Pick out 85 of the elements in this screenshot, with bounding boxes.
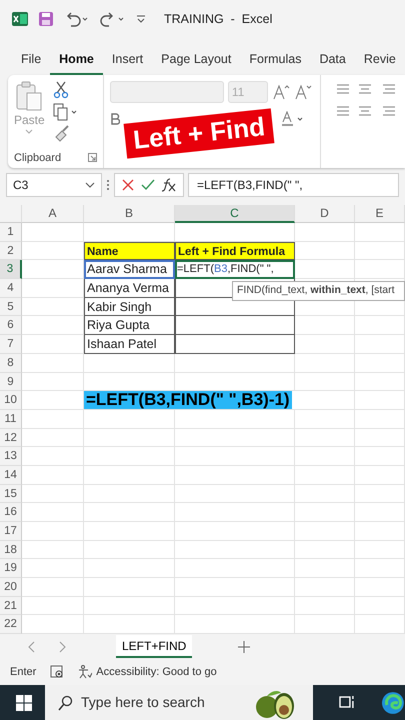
ribbon-tab[interactable]: File bbox=[12, 45, 50, 75]
column-header[interactable]: A bbox=[22, 205, 84, 223]
copy-icon[interactable] bbox=[52, 103, 79, 121]
caret-icon bbox=[25, 129, 34, 135]
table-header-cell: Name bbox=[84, 242, 175, 260]
add-sheet-icon[interactable] bbox=[238, 640, 250, 653]
row-header[interactable]: 17 bbox=[0, 522, 22, 541]
status-mode: Enter bbox=[10, 664, 36, 680]
row-header[interactable]: 21 bbox=[0, 596, 22, 616]
empty-cell[interactable] bbox=[175, 335, 295, 354]
empty-cell[interactable] bbox=[175, 316, 295, 336]
browser-icon[interactable] bbox=[381, 691, 405, 715]
paste-icon[interactable] bbox=[15, 81, 44, 111]
windows-start-icon[interactable] bbox=[16, 695, 32, 711]
formula-field[interactable]: =LEFT(B3,FIND(" ", bbox=[188, 172, 399, 196]
caret-icon bbox=[85, 182, 95, 188]
accessibility-icon[interactable] bbox=[78, 665, 92, 680]
decrease-font-icon[interactable] bbox=[294, 84, 312, 100]
row-header[interactable]: 13 bbox=[0, 447, 22, 466]
row-header[interactable]: 14 bbox=[0, 466, 22, 485]
row-header[interactable]: 8 bbox=[0, 354, 22, 372]
table-cell: Ananya Verma bbox=[84, 279, 175, 298]
row-header[interactable]: 12 bbox=[0, 428, 22, 448]
column-header[interactable]: B bbox=[84, 205, 175, 223]
row-header[interactable]: 2 bbox=[0, 242, 22, 260]
cancel-icon[interactable] bbox=[121, 178, 135, 192]
font-name-dropdown[interactable] bbox=[110, 81, 224, 103]
customize-icon[interactable] bbox=[136, 14, 146, 24]
row-header[interactable]: 10 bbox=[0, 391, 22, 410]
more-icon bbox=[106, 178, 110, 190]
row-header[interactable]: 9 bbox=[0, 372, 22, 392]
row-header[interactable]: 20 bbox=[0, 578, 22, 597]
table-header-cell: Left + Find Formula bbox=[175, 242, 295, 260]
ribbon-tab[interactable]: Data bbox=[310, 45, 355, 75]
insert-function-icon[interactable] bbox=[161, 178, 177, 192]
formula-callout: =LEFT(B3,FIND(" ",B3)-1) bbox=[84, 391, 292, 409]
task-view-icon[interactable] bbox=[339, 694, 356, 710]
scissors-icon[interactable] bbox=[52, 81, 69, 99]
row-header[interactable]: 6 bbox=[0, 316, 22, 336]
search-placeholder: Type here to search bbox=[81, 693, 205, 712]
table-cell: Ishaan Patel bbox=[84, 335, 175, 354]
redo-icon[interactable] bbox=[100, 11, 126, 27]
sheet-tab[interactable]: LEFT+FIND bbox=[116, 635, 192, 658]
window-title: TRAINING - Excel bbox=[164, 10, 272, 28]
accessibility-status[interactable]: Accessibility: Good to go bbox=[96, 664, 217, 680]
row-header[interactable]: 16 bbox=[0, 503, 22, 522]
table-cell: Kabir Singh bbox=[84, 298, 175, 316]
row-header[interactable]: 7 bbox=[0, 335, 22, 354]
column-header[interactable]: D bbox=[295, 205, 355, 223]
function-tooltip: FIND(find_text, within_text, [start bbox=[232, 281, 405, 301]
macro-record-icon[interactable] bbox=[50, 665, 64, 680]
table-cell: Riya Gupta bbox=[84, 316, 175, 336]
search-icon bbox=[57, 694, 73, 710]
name-box[interactable]: C3 bbox=[6, 172, 102, 196]
ribbon-tab[interactable]: Formulas bbox=[240, 45, 310, 75]
row-header[interactable]: 18 bbox=[0, 540, 22, 560]
table-cell: Aarav Sharma bbox=[84, 260, 175, 280]
row-header[interactable]: 11 bbox=[0, 410, 22, 429]
ribbon-tab[interactable]: Page Layout bbox=[152, 45, 240, 75]
group-label: Clipboard bbox=[14, 150, 62, 166]
row-header[interactable]: 15 bbox=[0, 484, 22, 504]
select-all-button[interactable] bbox=[0, 205, 22, 223]
next-sheet-icon[interactable] bbox=[58, 640, 66, 653]
row-header[interactable]: 1 bbox=[0, 223, 22, 242]
dialog-launcher-icon[interactable] bbox=[88, 153, 97, 162]
taskbar-search-field[interactable]: Type here to search bbox=[45, 685, 314, 720]
row-header[interactable]: 4 bbox=[0, 279, 22, 298]
row-header[interactable]: 19 bbox=[0, 559, 22, 578]
format-painter-icon[interactable] bbox=[52, 125, 71, 143]
cell-reference: C3 bbox=[13, 176, 28, 194]
font-color-icon[interactable] bbox=[280, 111, 305, 127]
column-header[interactable]: E bbox=[355, 205, 405, 223]
ribbon-tab[interactable]: Insert bbox=[102, 45, 152, 75]
column-header[interactable]: C bbox=[175, 205, 295, 223]
bold-icon[interactable] bbox=[110, 113, 120, 125]
row-header[interactable]: 5 bbox=[0, 298, 22, 316]
ribbon-tab[interactable]: Revie bbox=[354, 45, 405, 75]
spreadsheet-app-icon bbox=[12, 11, 28, 27]
row-header[interactable]: 22 bbox=[0, 615, 22, 634]
save-icon[interactable] bbox=[38, 11, 54, 27]
enter-icon[interactable] bbox=[141, 178, 155, 192]
cell-editor[interactable]: =LEFT(B3,FIND(" ", bbox=[175, 260, 295, 280]
increase-font-icon[interactable] bbox=[272, 84, 290, 100]
row-header[interactable]: 3 bbox=[0, 260, 22, 280]
previous-sheet-icon[interactable] bbox=[28, 640, 36, 653]
